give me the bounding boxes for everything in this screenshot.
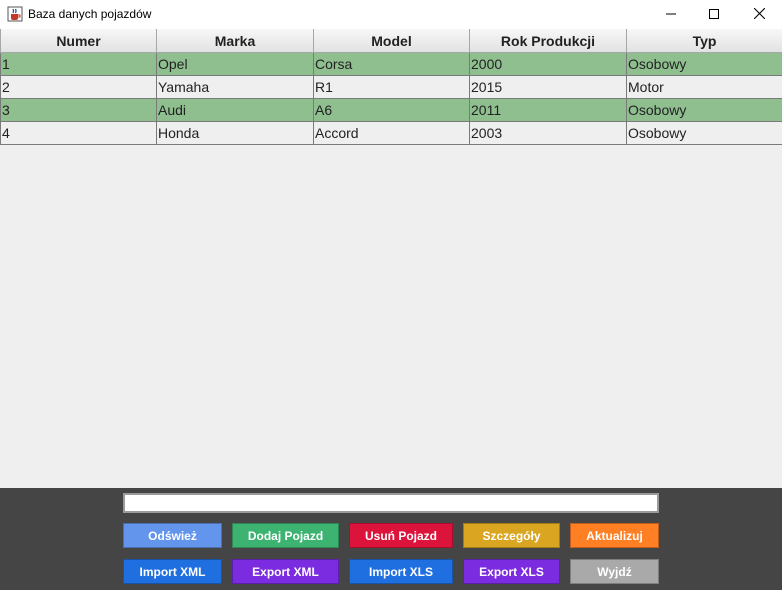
vehicle-table-viewport[interactable]: Numer Marka Model Rok Produkcji Typ 1 Op… [0, 29, 782, 488]
column-header-typ[interactable]: Typ [626, 29, 782, 53]
minimize-icon [666, 6, 676, 24]
close-icon [753, 6, 765, 24]
cell-rok[interactable]: 2003 [469, 121, 627, 145]
cell-typ[interactable]: Osobowy [626, 52, 782, 76]
add-vehicle-button[interactable]: Dodaj Pojazd [232, 523, 339, 548]
maximize-button[interactable] [691, 0, 737, 29]
cell-model[interactable]: Corsa [313, 52, 470, 76]
update-button[interactable]: Aktualizuj [570, 523, 659, 548]
exit-button[interactable]: Wyjdź [570, 559, 659, 584]
cell-model[interactable]: R1 [313, 75, 470, 99]
column-header-model[interactable]: Model [313, 29, 470, 53]
cell-marka[interactable]: Honda [156, 121, 314, 145]
table-row[interactable]: 4 Honda Accord 2003 Osobowy [0, 121, 782, 145]
window-title: Baza danych pojazdów [28, 7, 152, 21]
column-header-numer[interactable]: Numer [0, 29, 157, 53]
cell-marka[interactable]: Yamaha [156, 75, 314, 99]
import-xml-button[interactable]: Import XML [123, 559, 222, 584]
table-header-row: Numer Marka Model Rok Produkcji Typ [0, 29, 782, 53]
cell-typ[interactable]: Motor [626, 75, 782, 99]
cell-numer[interactable]: 3 [0, 98, 157, 122]
cell-numer[interactable]: 2 [0, 75, 157, 99]
title-bar: Baza danych pojazdów [0, 0, 782, 29]
cell-rok[interactable]: 2000 [469, 52, 627, 76]
cell-numer[interactable]: 4 [0, 121, 157, 145]
close-button[interactable] [736, 0, 782, 29]
cell-model[interactable]: Accord [313, 121, 470, 145]
cell-typ[interactable]: Osobowy [626, 121, 782, 145]
java-coffee-cup-icon [7, 6, 23, 22]
export-xls-button[interactable]: Export XLS [463, 559, 560, 584]
column-header-rok-produkcji[interactable]: Rok Produkcji [469, 29, 627, 53]
column-header-marka[interactable]: Marka [156, 29, 314, 53]
cell-model[interactable]: A6 [313, 98, 470, 122]
cell-typ[interactable]: Osobowy [626, 98, 782, 122]
minimize-button[interactable] [648, 0, 694, 29]
maximize-icon [709, 6, 719, 24]
refresh-button[interactable]: Odśwież [123, 523, 222, 548]
cell-rok[interactable]: 2011 [469, 98, 627, 122]
cell-marka[interactable]: Audi [156, 98, 314, 122]
table-row[interactable]: 2 Yamaha R1 2015 Motor [0, 75, 782, 99]
import-xls-button[interactable]: Import XLS [349, 559, 453, 584]
table-row[interactable]: 3 Audi A6 2011 Osobowy [0, 98, 782, 122]
cell-numer[interactable]: 1 [0, 52, 157, 76]
export-xml-button[interactable]: Export XML [232, 559, 339, 584]
cell-marka[interactable]: Opel [156, 52, 314, 76]
details-button[interactable]: Szczegóły [463, 523, 560, 548]
vehicle-table[interactable]: Numer Marka Model Rok Produkcji Typ 1 Op… [0, 29, 782, 145]
remove-vehicle-button[interactable]: Usuń Pojazd [349, 523, 453, 548]
action-panel: Odśwież Dodaj Pojazd Usuń Pojazd Szczegó… [0, 488, 782, 590]
cell-rok[interactable]: 2015 [469, 75, 627, 99]
search-input[interactable] [123, 493, 659, 513]
table-row[interactable]: 1 Opel Corsa 2000 Osobowy [0, 52, 782, 76]
